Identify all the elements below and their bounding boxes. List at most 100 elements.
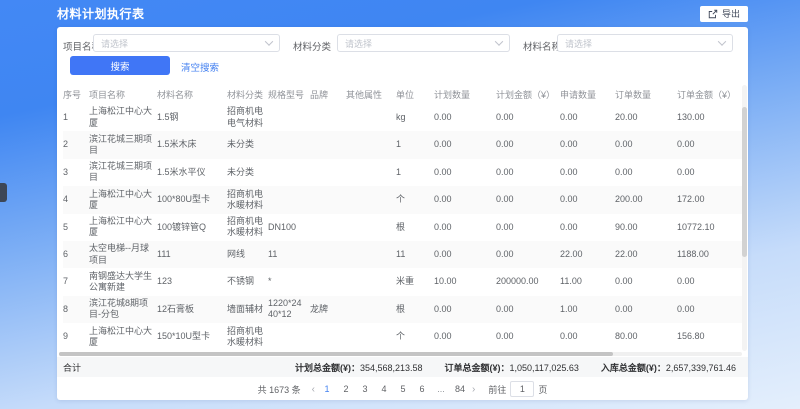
prev-page-button[interactable]: ‹ xyxy=(312,384,315,395)
table-row[interactable]: 8滨江花城8期项目-分包12石膏板墙面辅材1220*2440*12龙牌根0.00… xyxy=(63,296,742,323)
project-name-select[interactable]: 请选择 xyxy=(93,34,280,52)
pagination: 共 1673 条 ‹ 123456... 84 › 前往 页 xyxy=(57,378,748,400)
page-number[interactable]: 6 xyxy=(417,384,427,394)
table-cell: 1.00 xyxy=(560,304,615,315)
table-cell: 未分类 xyxy=(227,139,268,150)
table-cell: 5 xyxy=(63,222,89,233)
table-cell: 滨江花城三期项目 xyxy=(89,161,157,184)
table-cell: 123 xyxy=(157,276,227,287)
table-cell: kg xyxy=(396,112,434,123)
table-cell: 1188.00 xyxy=(677,249,739,260)
table-cell: 0.00 xyxy=(496,112,560,123)
table-cell: * xyxy=(268,276,310,287)
table-cell: 0.00 xyxy=(560,112,615,123)
table-row[interactable]: 1上海松江中心大厦1.5钢招商机电 电气材料kg0.000.000.0020.0… xyxy=(63,104,742,131)
material-name-placeholder: 请选择 xyxy=(565,37,592,50)
table-cell: 0.00 xyxy=(496,139,560,150)
vertical-scrollbar[interactable] xyxy=(742,85,747,351)
page-number[interactable]: 5 xyxy=(398,384,408,394)
table-cell: 0.00 xyxy=(434,304,496,315)
export-button[interactable]: 导出 xyxy=(700,6,748,22)
export-icon xyxy=(708,9,718,19)
summary-totals: 计划总金额(¥)：354,568,213.58 订单总金额(¥)：1,050,1… xyxy=(295,361,736,374)
table-cell: 0.00 xyxy=(496,304,560,315)
column-header: 材料名称 xyxy=(157,88,227,101)
table-cell: 1220*2440*12 xyxy=(268,298,310,321)
column-header: 规格型号 xyxy=(268,88,310,101)
table-cell: 20.00 xyxy=(615,112,677,123)
table-cell: 上海松江中心大厦 xyxy=(89,106,157,129)
table-cell: 个 xyxy=(396,331,434,342)
horizontal-scrollbar-thumb[interactable] xyxy=(59,352,613,356)
clear-search-link[interactable]: 清空搜索 xyxy=(181,60,219,74)
table-cell: 111 xyxy=(157,249,227,260)
material-name-label: 材料名称 xyxy=(523,39,561,53)
search-button[interactable]: 搜索 xyxy=(70,56,170,75)
table-row[interactable]: 9上海松江中心大厦150*10U型卡招商机电 水暖材料个0.000.000.00… xyxy=(63,323,742,350)
page-ellipsis: ... xyxy=(436,384,446,394)
page-number[interactable]: 84 xyxy=(455,384,465,394)
page-number[interactable]: 4 xyxy=(379,384,389,394)
side-drawer-handle[interactable] xyxy=(0,183,7,202)
column-header: 品牌 xyxy=(310,88,346,101)
table-cell: 0.00 xyxy=(560,222,615,233)
table-cell: 太空电梯--月球项目 xyxy=(89,243,157,266)
table-cell: 0.00 xyxy=(496,249,560,260)
plan-total-label: 计划总金额(¥)： xyxy=(295,363,360,373)
table-cell: 根 xyxy=(396,222,434,233)
inbound-total: 入库总金额(¥)：2,657,339,761.46 xyxy=(601,361,736,374)
column-header: 其他属性 xyxy=(346,88,396,101)
table-cell: 1.5米木床 xyxy=(157,139,227,150)
horizontal-scrollbar[interactable] xyxy=(59,352,742,356)
table-cell: 10772.10 xyxy=(677,222,739,233)
table-cell: 上海松江中心大厦 xyxy=(89,189,157,212)
table-row[interactable]: 3滨江花城三期项目1.5米水平仪未分类10.000.000.000.000.00 xyxy=(63,159,742,186)
table-cell: 3 xyxy=(63,167,89,178)
column-header: 订单数量 xyxy=(615,88,677,101)
table-cell: 0.00 xyxy=(496,222,560,233)
chevron-down-icon xyxy=(718,37,726,45)
page-number[interactable]: 2 xyxy=(341,384,351,394)
goto-label: 前往 xyxy=(488,383,506,396)
table-cell: 0.00 xyxy=(496,331,560,342)
table-cell: 0.00 xyxy=(560,194,615,205)
table-row[interactable]: 6太空电梯--月球项目111网线11110.000.0022.0022.0011… xyxy=(63,241,742,268)
table-cell: 0.00 xyxy=(615,139,677,150)
table-cell: 南钢盛达大学生公寓新建 xyxy=(89,271,157,294)
table-cell: 上海松江中心大厦 xyxy=(89,216,157,239)
table-cell: 22.00 xyxy=(615,249,677,260)
table-cell: 1 xyxy=(63,112,89,123)
pagination-total: 共 1673 条 xyxy=(258,383,301,396)
goto-page: 前往 页 xyxy=(488,381,547,397)
page-numbers: 123456... 84 xyxy=(322,384,465,394)
table-row[interactable]: 7南钢盛达大学生公寓新建123不锈钢*米重10.00200000.0011.00… xyxy=(63,268,742,295)
table-cell: 0.00 xyxy=(434,222,496,233)
next-page-button[interactable]: › xyxy=(472,384,475,395)
material-category-select[interactable]: 请选择 xyxy=(337,34,510,52)
table-cell: 130.00 xyxy=(677,112,739,123)
chevron-down-icon xyxy=(265,37,273,45)
table-cell: 未分类 xyxy=(227,167,268,178)
table-cell: 0.00 xyxy=(615,304,677,315)
order-total: 订单总金额(¥)：1,050,117,025.63 xyxy=(445,361,579,374)
table-row[interactable]: 5上海松江中心大厦100镀锌管Q招商机电 水暖材料DN100根0.000.000… xyxy=(63,214,742,241)
column-header: 订单金额（¥） xyxy=(677,88,739,101)
material-name-select[interactable]: 请选择 xyxy=(557,34,733,52)
table-cell: 200.00 xyxy=(615,194,677,205)
table-row[interactable]: 2滨江花城三期项目1.5米木床未分类10.000.000.000.000.00 xyxy=(63,131,742,158)
table-row[interactable]: 4上海松江中心大厦100*80U型卡招商机电 水暖材料个0.000.000.00… xyxy=(63,186,742,213)
table-cell: 8 xyxy=(63,304,89,315)
table-cell: 1.5钢 xyxy=(157,112,227,123)
export-label: 导出 xyxy=(722,7,740,20)
table-cell: 0.00 xyxy=(677,167,739,178)
goto-page-input[interactable] xyxy=(510,381,534,397)
table-cell: 0.00 xyxy=(560,331,615,342)
table-cell: 100*80U型卡 xyxy=(157,194,227,205)
page-number[interactable]: 1 xyxy=(322,384,332,394)
table-cell: 不锈钢 xyxy=(227,276,268,287)
table-body: 1上海松江中心大厦1.5钢招商机电 电气材料kg0.000.000.0020.0… xyxy=(63,104,742,351)
table-cell: 0.00 xyxy=(434,167,496,178)
column-header: 单位 xyxy=(396,88,434,101)
vertical-scrollbar-thumb[interactable] xyxy=(742,107,747,257)
page-number[interactable]: 3 xyxy=(360,384,370,394)
